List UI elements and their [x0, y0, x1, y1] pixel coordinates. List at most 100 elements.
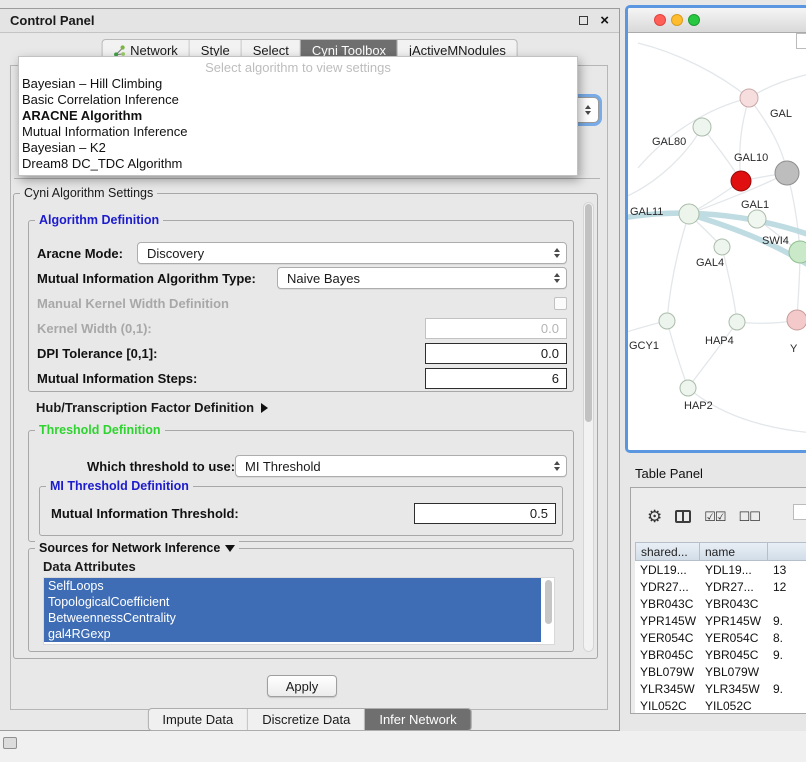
cell-name: YBR043C [700, 595, 768, 612]
mi-threshold-value: 0.5 [530, 506, 548, 521]
tab-impute-data[interactable]: Impute Data [148, 709, 248, 730]
close-icon[interactable]: × [600, 13, 609, 28]
network-window-titlebar[interactable] [628, 8, 806, 33]
table-row[interactable]: YDR27... YDR27... 12 [635, 578, 806, 595]
network-graph[interactable]: GAL GAL80 GAL10 GAL1 GAL11 SWI4 GAL4 GCY… [628, 33, 806, 450]
algorithm-option-mutual-information[interactable]: Mutual Information Inference [19, 124, 577, 140]
list-item-topologicalcoefficient[interactable]: TopologicalCoefficient [44, 594, 541, 610]
table-row[interactable]: YLR345W YLR345W 9. [635, 680, 806, 697]
float-window-icon[interactable] [579, 16, 588, 25]
table-row[interactable]: YPR145W YPR145W 9. [635, 612, 806, 629]
algorithm-option-bayesian-hill-climbing[interactable]: Bayesian – Hill Climbing [19, 76, 577, 92]
hub-transcription-factor-section[interactable]: Hub/Transcription Factor Definition [36, 400, 268, 415]
kernel-width-field[interactable]: 0.0 [425, 318, 567, 339]
toolbar-cut-button[interactable] [793, 504, 806, 520]
node-label: GAL80 [652, 136, 686, 148]
algorithm-option-aracne[interactable]: ARACNE Algorithm [19, 108, 577, 124]
graph-node-swi4[interactable] [789, 241, 806, 263]
column-header-shared-name[interactable]: shared... [635, 542, 700, 561]
graph-node-gal80[interactable] [693, 118, 711, 136]
cell-value: 13 [768, 561, 806, 578]
kernel-width-label: Kernel Width (0,1): [37, 321, 152, 336]
dpi-tolerance-field[interactable]: 0.0 [425, 343, 567, 364]
scrollbar-button[interactable] [796, 33, 806, 49]
graph-node-hap4[interactable] [729, 314, 745, 330]
table-panel-title: Table Panel [635, 466, 703, 481]
cell-value: 12 [768, 578, 806, 595]
scrollbar-thumb[interactable] [585, 204, 592, 422]
deselect-all-checkboxes-icon[interactable]: ☐☐ [739, 510, 760, 523]
graph-node-hap2[interactable] [680, 380, 696, 396]
dock-panel-icon[interactable] [3, 737, 17, 749]
stepper-icon [582, 105, 594, 115]
table-row[interactable]: YBL079W YBL079W [635, 663, 806, 680]
graph-node-gal4[interactable] [714, 239, 730, 255]
algorithm-option-dream8[interactable]: Dream8 DC_TDC Algorithm [19, 156, 577, 172]
aracne-mode-value: Discovery [147, 246, 204, 261]
manual-kernel-width-checkbox[interactable] [554, 297, 567, 310]
column-header-name[interactable]: name [700, 542, 768, 561]
sources-title[interactable]: Sources for Network Inference [35, 541, 239, 555]
list-item-gal4rgexp[interactable]: gal4RGexp [44, 626, 541, 642]
list-item-selfloops[interactable]: SelfLoops [44, 578, 541, 594]
stepper-icon [551, 248, 563, 258]
graph-node-pink[interactable] [787, 310, 806, 330]
graph-node-gcy1[interactable] [659, 313, 675, 329]
tab-infer-network[interactable]: Infer Network [365, 709, 470, 730]
table-row[interactable]: YDL19... YDL19... 13 [635, 561, 806, 578]
table-row[interactable]: YIL052C YIL052C [635, 697, 806, 713]
control-panel-titlebar: Control Panel × [0, 9, 619, 33]
cell-shared-name: YBL079W [635, 663, 700, 680]
scrollbar-thumb[interactable] [545, 580, 552, 624]
cell-name: YLR345W [700, 680, 768, 697]
cell-shared-name: YPR145W [635, 612, 700, 629]
node-label: GCY1 [629, 340, 659, 352]
network-view-window: GAL GAL80 GAL10 GAL1 GAL11 SWI4 GAL4 GCY… [625, 5, 806, 453]
table-header: shared... name [635, 542, 806, 561]
settings-scrollbar[interactable] [583, 202, 594, 652]
mi-threshold-definition-title: MI Threshold Definition [46, 479, 193, 493]
node-label: GAL4 [696, 257, 724, 269]
apply-button[interactable]: Apply [267, 675, 337, 697]
table-body: YDL19... YDL19... 13 YDR27... YDR27... 1… [635, 561, 806, 713]
data-attributes-list[interactable]: SelfLoops TopologicalCoefficient Between… [43, 577, 555, 645]
hub-section-label: Hub/Transcription Factor Definition [36, 400, 254, 415]
column-header-third[interactable] [768, 542, 806, 561]
algorithm-option-bayesian-k2[interactable]: Bayesian – K2 [19, 140, 577, 156]
tab-label: Infer Network [379, 712, 456, 727]
manual-kernel-width-label: Manual Kernel Width Definition [37, 296, 229, 311]
close-traffic-light[interactable] [654, 14, 666, 26]
list-item-betweennesscentrality[interactable]: BetweennessCentrality [44, 610, 541, 626]
settings-gear-icon[interactable]: ⚙ [647, 508, 662, 525]
graph-node[interactable] [740, 89, 758, 107]
mi-threshold-field[interactable]: 0.5 [414, 503, 556, 524]
mi-steps-field[interactable]: 6 [425, 368, 567, 389]
mi-algorithm-type-dropdown[interactable]: Naive Bayes [277, 267, 567, 289]
cell-value: 9. [768, 612, 806, 629]
graph-node-red-gal10[interactable] [731, 171, 751, 191]
list-scrollbar[interactable] [544, 580, 553, 642]
minimize-traffic-light[interactable] [671, 14, 683, 26]
stepper-icon [551, 273, 563, 283]
select-all-checkboxes-icon[interactable]: ☑☑ [704, 510, 725, 523]
show-columns-icon[interactable] [675, 510, 691, 523]
table-row[interactable]: YBR045C YBR045C 9. [635, 646, 806, 663]
cell-name: YBL079W [700, 663, 768, 680]
graph-node-gal1[interactable] [748, 210, 766, 228]
which-threshold-value: MI Threshold [245, 459, 321, 474]
kernel-width-value: 0.0 [541, 321, 559, 336]
graph-node-gray[interactable] [775, 161, 799, 185]
table-row[interactable]: YER054C YER054C 8. [635, 629, 806, 646]
aracne-mode-dropdown[interactable]: Discovery [137, 242, 567, 264]
node-label: GAL10 [734, 152, 768, 164]
which-threshold-dropdown[interactable]: MI Threshold [235, 455, 567, 477]
zoom-traffic-light[interactable] [688, 14, 700, 26]
tab-label: Discretize Data [262, 712, 350, 727]
data-attributes-label: Data Attributes [43, 559, 136, 574]
network-canvas[interactable]: GAL GAL80 GAL10 GAL1 GAL11 SWI4 GAL4 GCY… [628, 33, 806, 450]
algorithm-option-basic-correlation[interactable]: Basic Correlation Inference [19, 92, 577, 108]
stepper-icon [551, 461, 563, 471]
tab-discretize-data[interactable]: Discretize Data [248, 709, 365, 730]
graph-node-gal11[interactable] [679, 204, 699, 224]
table-row[interactable]: YBR043C YBR043C [635, 595, 806, 612]
